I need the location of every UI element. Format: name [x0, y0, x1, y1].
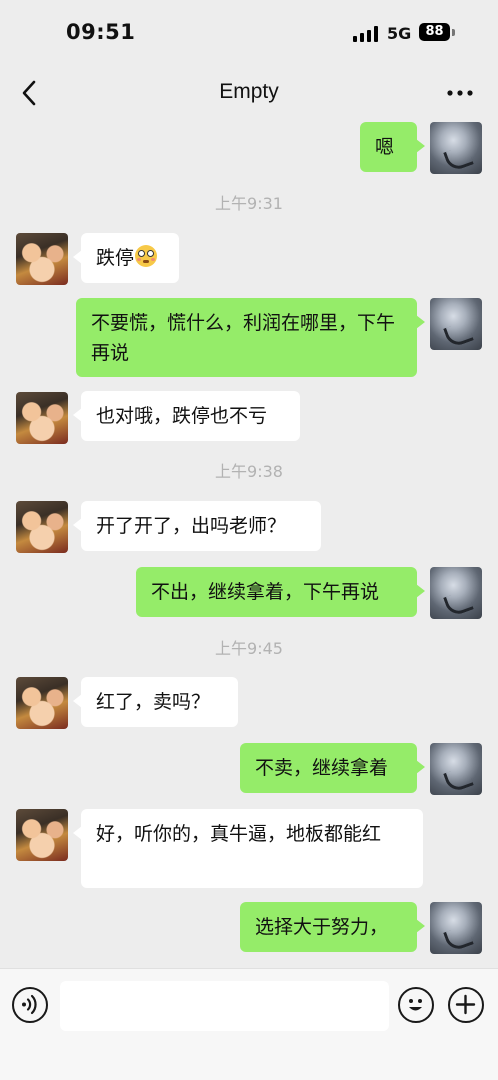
signal-icon: [353, 26, 379, 42]
message-text: 嗯: [375, 136, 395, 158]
self-avatar[interactable]: [430, 743, 482, 795]
message-bubble-other[interactable]: 开了开了，出吗老师？: [73, 501, 321, 551]
message-bubble-self[interactable]: 不卖，继续拿着: [240, 743, 425, 793]
message-text: 好，听你的，真牛逼，地板都能红: [96, 823, 382, 845]
status-time: 09:51: [66, 20, 136, 44]
more-button[interactable]: [440, 80, 480, 106]
message-text: 不要慌，慌什么，利润在哪里，下午再说: [91, 312, 396, 364]
message-bubble-self[interactable]: 不出，继续拿着，下午再说: [136, 567, 425, 617]
message-text: 红了，卖吗？: [96, 691, 211, 713]
more-icon: [447, 90, 473, 96]
nav-bar: Empty: [0, 64, 498, 122]
emoji-icon: [409, 999, 422, 1011]
message-text: 不卖，继续拿着: [255, 757, 389, 779]
message-bubble-self[interactable]: 选择大于努力，: [240, 902, 425, 952]
message-bubble-other[interactable]: 红了，卖吗？: [73, 677, 238, 727]
message-bubble-other[interactable]: 好，听你的，真牛逼，地板都能红: [73, 809, 423, 888]
contact-avatar[interactable]: [16, 809, 68, 861]
voice-button[interactable]: [12, 987, 48, 1023]
message-input[interactable]: [60, 981, 389, 1031]
self-avatar[interactable]: [430, 902, 482, 954]
status-bar: 09:51 5G 88: [0, 0, 498, 64]
contact-avatar[interactable]: [16, 233, 68, 285]
message-timestamp: 上午9:45: [215, 639, 283, 658]
battery-tip: [452, 29, 455, 36]
battery-icon: 88: [419, 23, 450, 41]
contact-avatar[interactable]: [16, 501, 68, 553]
self-avatar[interactable]: [430, 567, 482, 619]
message-bubble-other[interactable]: 跌停: [73, 233, 179, 283]
message-text: 开了开了，出吗老师？: [96, 515, 287, 537]
contact-avatar[interactable]: [16, 677, 68, 729]
flushed-face-emoji-icon: [135, 245, 158, 267]
message-text: 选择大于努力，: [255, 916, 389, 938]
message-text: 也对哦，跌停也不亏: [96, 405, 268, 427]
self-avatar[interactable]: [430, 122, 482, 174]
emoji-button[interactable]: [398, 987, 434, 1023]
message-text: 不出，继续拿着，下午再说: [151, 581, 380, 603]
message-bubble-self[interactable]: 不要慌，慌什么，利润在哪里，下午再说: [76, 298, 425, 377]
message-timestamp: 上午9:31: [215, 194, 283, 213]
input-bar: [0, 968, 498, 1080]
plus-icon: [455, 994, 476, 1015]
message-bubble-other[interactable]: 也对哦，跌停也不亏: [73, 391, 300, 441]
message-bubble-self[interactable]: 嗯: [360, 122, 425, 172]
contact-avatar[interactable]: [16, 392, 68, 444]
plus-button[interactable]: [448, 987, 484, 1023]
message-text: 跌停: [96, 247, 135, 269]
message-timestamp: 上午9:38: [215, 462, 283, 481]
voice-icon: [22, 994, 37, 1015]
network-type: 5G: [387, 24, 412, 43]
chat-title: Empty: [219, 80, 279, 103]
self-avatar[interactable]: [430, 298, 482, 350]
